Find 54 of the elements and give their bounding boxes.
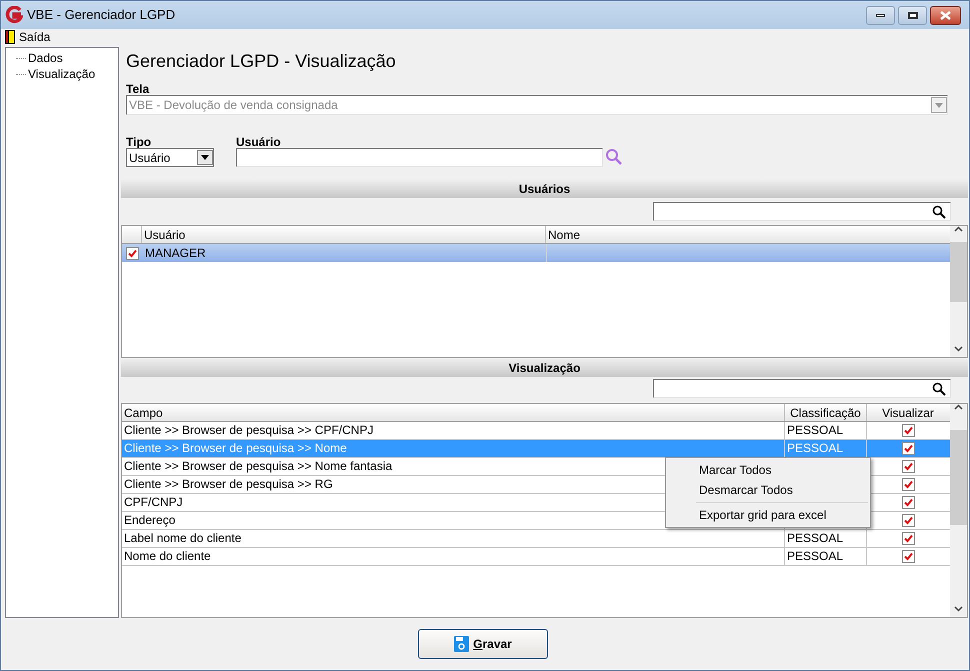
table-cell: Cliente >> Browser de pesquisa >> CPF/CNPJ <box>122 422 785 439</box>
checkbox[interactable] <box>902 496 914 509</box>
user-input-field[interactable] <box>236 148 603 167</box>
table-row[interactable]: Cliente >> Browser de pesquisa >> CPF/CNPJ PESSOAL <box>122 422 950 440</box>
column-header[interactable]: Nome <box>546 226 950 243</box>
table-cell-text: MANAGER <box>144 245 207 262</box>
section-header: Usuários <box>121 179 968 198</box>
table-cell-text: PESSOAL <box>786 423 844 437</box>
column-header[interactable]: Usuário <box>142 226 546 243</box>
checkbox[interactable] <box>902 514 914 527</box>
search-icon[interactable] <box>932 382 946 396</box>
checkbox[interactable] <box>902 424 914 437</box>
search-icon[interactable] <box>932 204 946 218</box>
scroll-thumb[interactable] <box>950 242 967 302</box>
search-field[interactable] <box>653 202 951 221</box>
field-label: Tipo <box>126 134 152 148</box>
checkbox[interactable] <box>902 460 914 473</box>
page-heading: Gerenciador LGPD - Visualização <box>125 50 397 73</box>
table-cell-text: PESSOAL <box>786 549 844 563</box>
column-header[interactable]: Classificação <box>785 404 867 421</box>
scroll-thumb[interactable] <box>950 430 967 525</box>
dropdown-value: VBE - Devolução de venda consignada <box>129 97 338 114</box>
checkbox[interactable] <box>902 442 914 455</box>
tree-item[interactable]: Dados <box>28 49 63 67</box>
column-header[interactable]: Visualizar <box>867 404 949 421</box>
checkbox[interactable] <box>902 550 914 563</box>
table-cell-text: PESSOAL <box>786 531 844 545</box>
table-cell: Label nome do cliente <box>122 530 785 547</box>
tree-item[interactable]: Visualização <box>28 65 96 83</box>
column-header[interactable]: Campo <box>122 404 785 421</box>
close-button[interactable] <box>930 6 961 24</box>
exit-door-icon <box>5 30 15 44</box>
minimize-button[interactable] <box>866 6 895 24</box>
scrollbar[interactable] <box>950 226 967 357</box>
maximize-button[interactable] <box>898 6 927 24</box>
table-cell: Nome do cliente <box>122 548 785 565</box>
table-row[interactable]: Nome do cliente PESSOAL <box>122 548 950 566</box>
table-cell-text: PESSOAL <box>786 441 844 455</box>
checkbox[interactable] <box>126 246 138 260</box>
window-title: VBE - Gerenciador LGPD <box>27 6 176 24</box>
menu-item[interactable]: Saída <box>5 28 50 46</box>
save-button[interactable]: Gravar <box>418 629 548 659</box>
checkbox[interactable] <box>902 478 914 491</box>
app-logo-icon <box>5 6 23 24</box>
field-label: Usuário <box>236 134 282 148</box>
table-row[interactable]: Label nome do cliente PESSOAL <box>122 530 950 548</box>
checkbox[interactable] <box>902 532 914 545</box>
close-icon <box>940 10 951 20</box>
section-header: Visualização <box>121 358 968 377</box>
type-dropdown[interactable]: Usuário <box>126 148 214 167</box>
field-label: Tela <box>126 81 150 95</box>
search-field[interactable] <box>653 379 951 398</box>
table-row[interactable]: MANAGER <box>122 244 950 262</box>
scrollbar[interactable] <box>950 404 967 617</box>
